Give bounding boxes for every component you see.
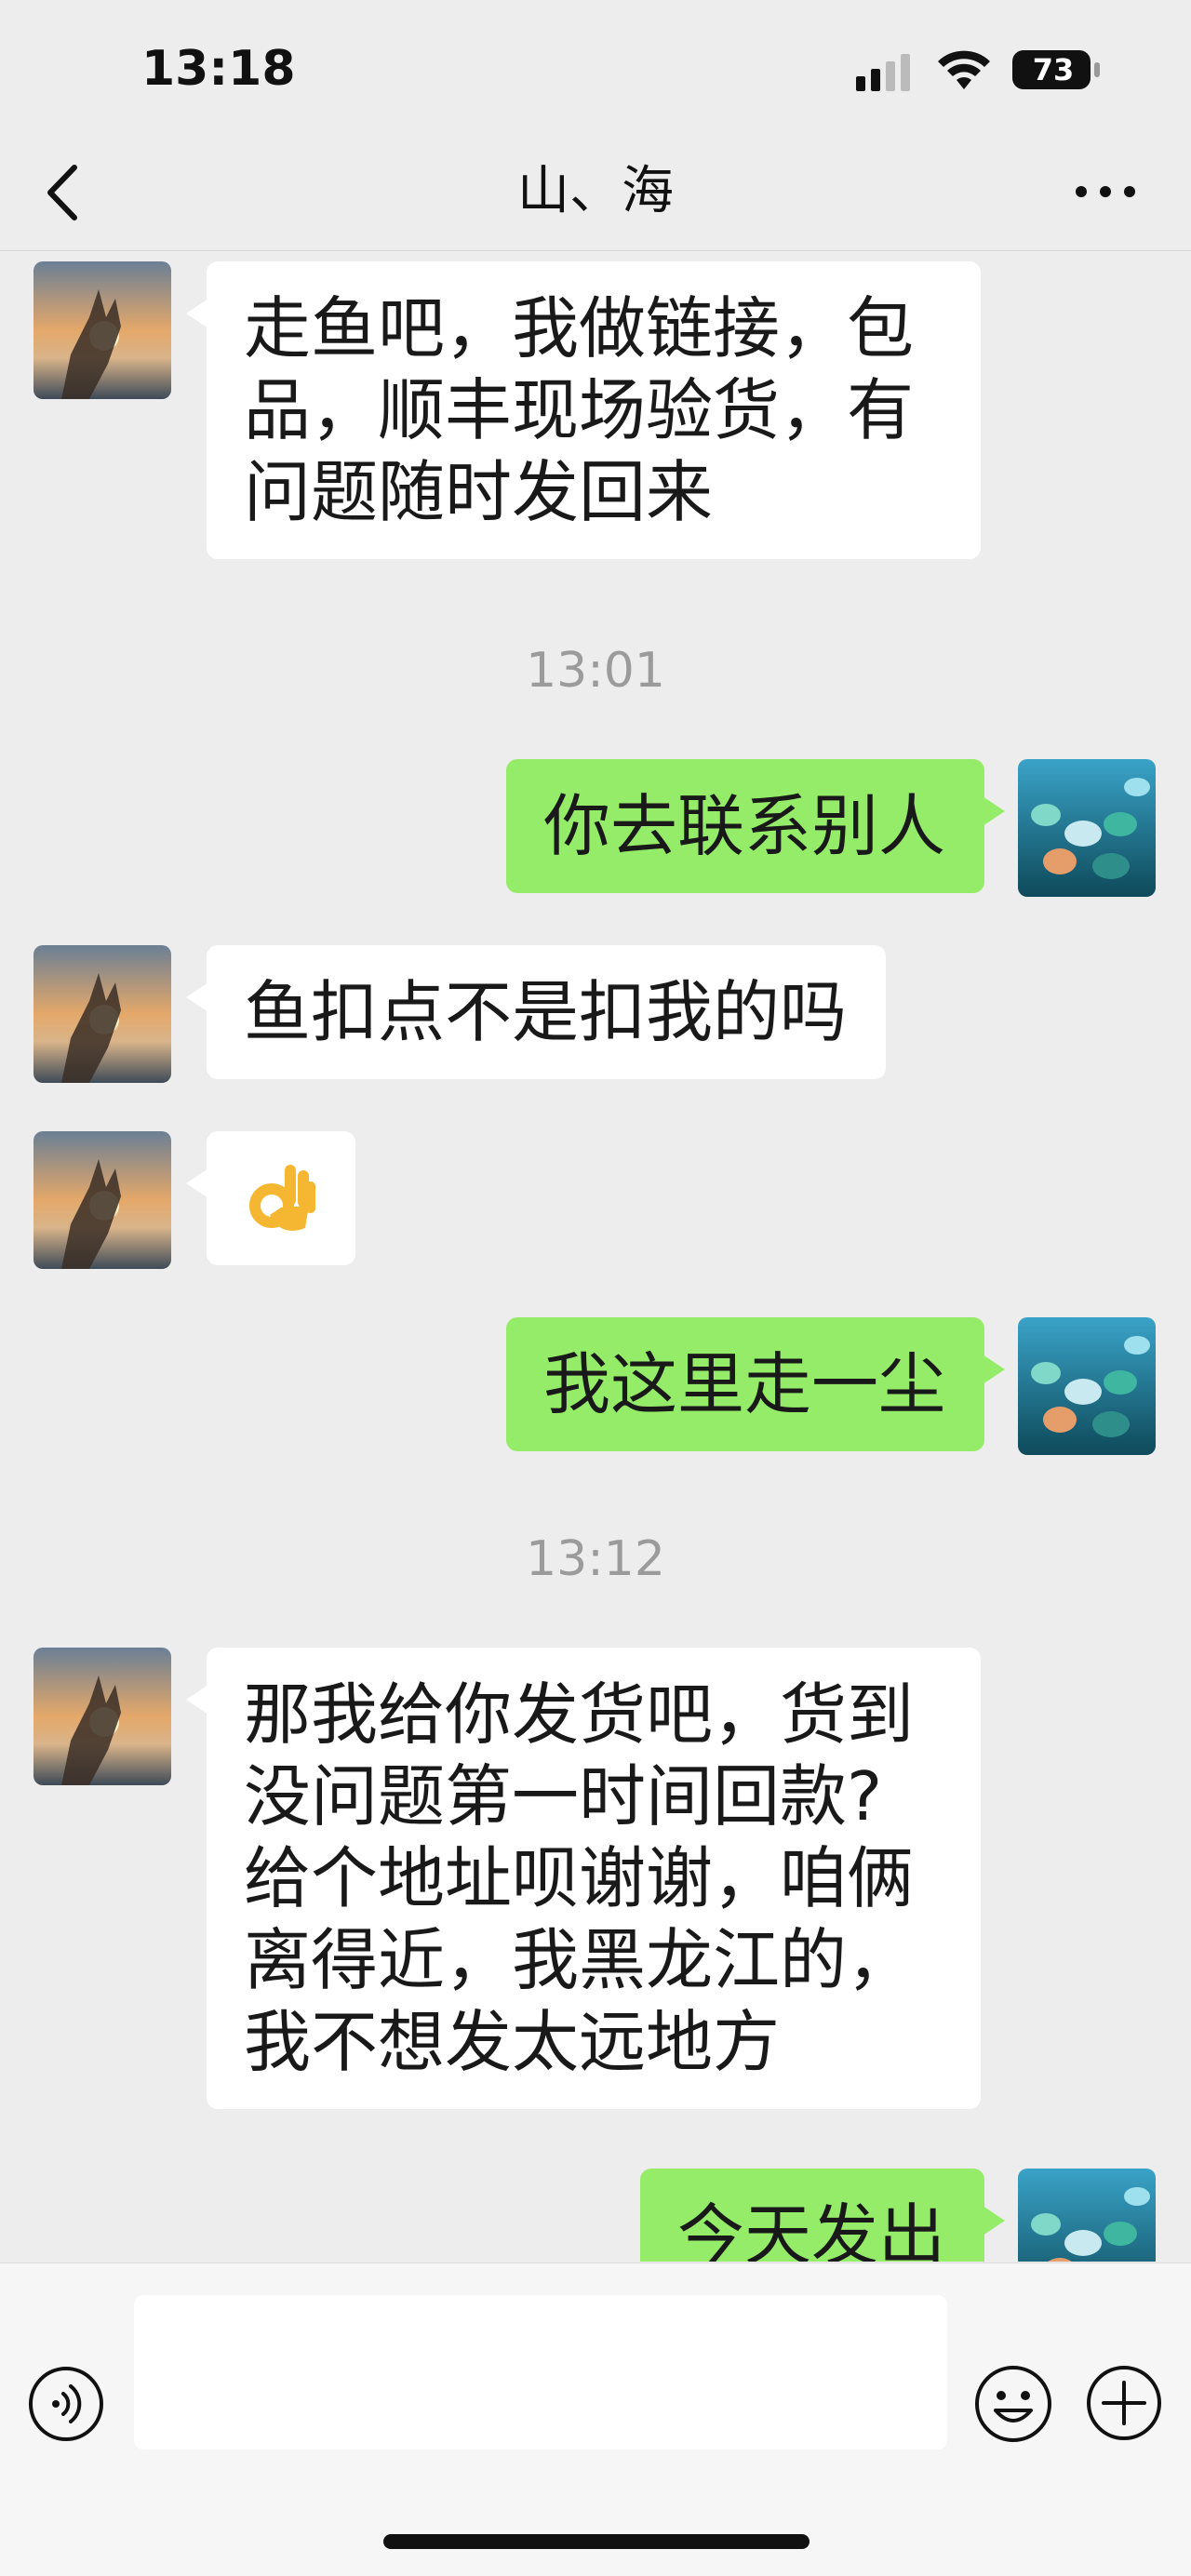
message-bubble-outgoing[interactable]: 我这里走一尘 — [505, 1317, 1006, 1451]
message-line: 问题随时发回来 — [244, 453, 714, 531]
status-time: 13:18 — [141, 41, 296, 97]
home-indicator — [383, 2534, 810, 2549]
status-bar: 13:18 73 — [0, 0, 1191, 140]
message-line: 那我给你发货吧，货到 — [244, 1675, 915, 1754]
nav-bar: 山、海 — [0, 140, 1191, 251]
message-line: 走鱼吧，我做链接，包 — [244, 289, 915, 367]
more-dots-icon[interactable] — [1072, 175, 1139, 208]
signal-icon — [856, 54, 910, 91]
message-bubble-incoming[interactable] — [186, 1131, 355, 1265]
message-line: 给个地址呗谢谢，咱俩 — [244, 1839, 915, 1917]
message-line: 鱼扣点不是扣我的吗 — [244, 973, 848, 1051]
wifi-icon — [938, 50, 990, 89]
message-line: 我不想发太远地方 — [244, 2003, 781, 2081]
message-line: 今天发出 — [676, 2196, 945, 2262]
message-bubble-incoming[interactable]: 鱼扣点不是扣我的吗 — [185, 945, 887, 1079]
input-bar — [0, 2262, 1191, 2576]
ok-hand-emoji-icon — [249, 1165, 315, 1231]
message-bubble-outgoing[interactable]: 你去联系别人 — [505, 759, 1006, 893]
chat-message-list[interactable]: 走鱼吧，我做链接，包 品，顺丰现场验货，有 问题随时发回来 13:01 你去联系… — [0, 252, 1191, 2262]
message-line: 离得近，我黑龙江的， — [244, 1921, 915, 1999]
my-avatar[interactable] — [1018, 2169, 1156, 2262]
message-line: 没问题第一时间回款? — [244, 1757, 883, 1835]
message-bubble-incoming[interactable]: 走鱼吧，我做链接，包 品，顺丰现场验货，有 问题随时发回来 — [186, 261, 981, 559]
timestamp: 13:12 — [526, 1531, 665, 1587]
timestamp: 13:01 — [526, 643, 665, 699]
message-line: 品，顺丰现场验货，有 — [244, 371, 915, 449]
emoji-icon[interactable] — [973, 2364, 1053, 2444]
voice-icon[interactable] — [28, 2366, 104, 2442]
contact-avatar[interactable] — [33, 1648, 171, 1785]
chat-title: 山、海 — [517, 161, 674, 221]
contact-avatar[interactable] — [33, 1131, 171, 1269]
my-avatar[interactable] — [1018, 1317, 1156, 1455]
contact-avatar[interactable] — [33, 261, 171, 399]
message-bubble-incoming[interactable]: 那我给你发货吧，货到 没问题第一时间回款? 给个地址呗谢谢，咱俩 离得近，我黑龙… — [186, 1648, 981, 2109]
message-input[interactable] — [134, 2295, 947, 2449]
my-avatar[interactable] — [1018, 759, 1156, 897]
message-line: 我这里走一尘 — [542, 1345, 945, 1423]
plus-icon[interactable] — [1085, 2364, 1163, 2442]
battery-level: 73 — [1032, 52, 1075, 87]
contact-avatar[interactable] — [33, 945, 171, 1083]
message-bubble-outgoing[interactable]: 今天发出 — [639, 2169, 1006, 2262]
message-line: 你去联系别人 — [542, 787, 945, 865]
